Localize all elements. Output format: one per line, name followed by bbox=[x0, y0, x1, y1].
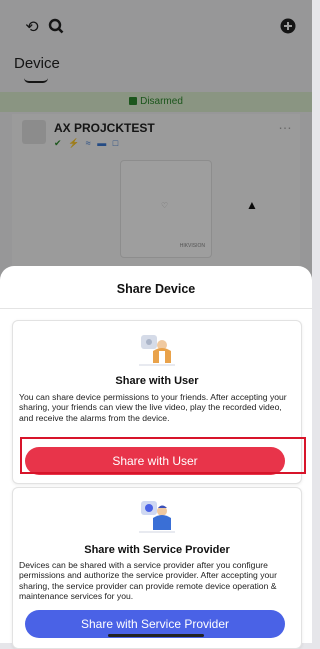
share-with-provider-title: Share with Service Provider bbox=[84, 544, 230, 556]
share-with-user-description: You can share device permissions to your… bbox=[19, 392, 287, 423]
share-with-user-title: Share with User bbox=[115, 375, 199, 387]
highlight-box bbox=[20, 437, 306, 474]
sheet-title: Share Device bbox=[116, 282, 196, 296]
share-with-provider-card: Share with Service Provider Devices can … bbox=[12, 487, 302, 649]
service-provider-illustration bbox=[137, 498, 177, 534]
home-indicator bbox=[108, 634, 204, 637]
share-with-provider-description: Devices can be shared with a service pro… bbox=[19, 560, 277, 602]
share-user-illustration bbox=[137, 331, 177, 367]
divider bbox=[0, 308, 312, 309]
